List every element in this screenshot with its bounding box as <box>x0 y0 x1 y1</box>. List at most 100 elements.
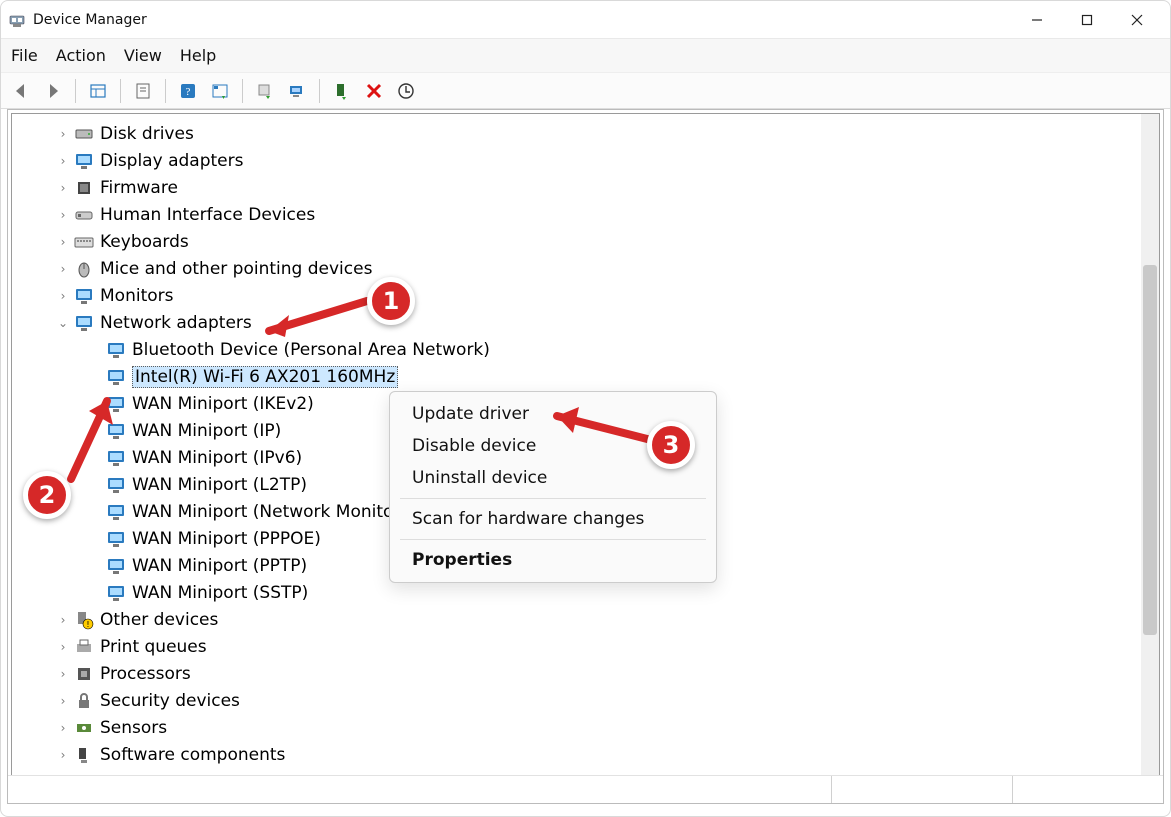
chevron-right-icon[interactable]: › <box>56 208 70 222</box>
action-panel-button[interactable] <box>206 77 234 105</box>
tree-device-label: WAN Miniport (PPPOE) <box>132 529 321 549</box>
close-button[interactable] <box>1112 1 1162 38</box>
help-button[interactable]: ? <box>174 77 202 105</box>
chevron-right-icon[interactable]: › <box>56 667 70 681</box>
mouse-icon <box>74 259 94 279</box>
chevron-right-icon[interactable]: › <box>56 181 70 195</box>
network-adapter-icon <box>106 421 126 441</box>
chevron-right-icon[interactable]: › <box>56 694 70 708</box>
tree-category-security[interactable]: › Security devices <box>16 687 1155 714</box>
tree-category-network[interactable]: ⌄ Network adapters <box>16 309 1155 336</box>
chevron-right-icon[interactable]: › <box>56 154 70 168</box>
chevron-right-icon[interactable]: › <box>56 613 70 627</box>
forward-button[interactable] <box>39 77 67 105</box>
tree-device-label: Intel(R) Wi-Fi 6 AX201 160MHz <box>132 366 398 388</box>
tree-category-cpu[interactable]: › Processors <box>16 660 1155 687</box>
tree-category-label: Security devices <box>100 691 240 711</box>
tree-category-mouse[interactable]: › Mice and other pointing devices <box>16 255 1155 282</box>
tree-device-label: WAN Miniport (L2TP) <box>132 475 307 495</box>
enable-device-button[interactable] <box>328 77 356 105</box>
ctx-properties[interactable]: Properties <box>390 544 716 576</box>
tree-category-hid[interactable]: › Human Interface Devices <box>16 201 1155 228</box>
tree-category-softcomp[interactable]: ›Software components <box>16 741 1155 768</box>
tree-category-firmware[interactable]: › Firmware <box>16 174 1155 201</box>
tree-device-item[interactable]: ·WAN Miniport (SSTP) <box>16 579 1155 606</box>
maximize-button[interactable] <box>1062 1 1112 38</box>
context-menu: Update driver Disable device Uninstall d… <box>389 391 717 583</box>
properties-button[interactable] <box>129 77 157 105</box>
network-adapter-icon <box>106 475 126 495</box>
svg-text:!: ! <box>86 620 89 629</box>
tree-device-label: WAN Miniport (SSTP) <box>132 583 308 603</box>
network-adapter-icon <box>106 556 126 576</box>
chevron-right-icon[interactable]: › <box>56 235 70 249</box>
chevron-right-icon[interactable]: › <box>56 640 70 654</box>
tree-category-keyboard[interactable]: › Keyboards <box>16 228 1155 255</box>
toolbar-separator <box>242 79 243 103</box>
menubar: File Action View Help <box>1 39 1170 73</box>
tree-device-label: WAN Miniport (PPTP) <box>132 556 307 576</box>
annotation-marker-3: 3 <box>647 421 695 469</box>
minimize-button[interactable] <box>1012 1 1062 38</box>
tree-category-label: Display adapters <box>100 151 243 171</box>
chevron-right-icon[interactable]: › <box>56 262 70 276</box>
menu-file[interactable]: File <box>11 46 38 65</box>
tree-category-label: Processors <box>100 664 191 684</box>
monitors-icon <box>74 286 94 306</box>
tree-device-label: WAN Miniport (Network Monitor) <box>132 502 407 522</box>
print-icon <box>74 637 94 657</box>
toolbar-separator <box>75 79 76 103</box>
tree-category-monitors[interactable]: ›Monitors <box>16 282 1155 309</box>
tree-device-label: WAN Miniport (IKEv2) <box>132 394 314 414</box>
network-adapter-icon <box>106 394 126 414</box>
back-button[interactable] <box>7 77 35 105</box>
tree-device-label: Bluetooth Device (Personal Area Network) <box>132 340 490 360</box>
tree-category-label: Keyboards <box>100 232 189 252</box>
vertical-scrollbar[interactable] <box>1141 114 1159 799</box>
tree-device-label: WAN Miniport (IP) <box>132 421 281 441</box>
show-hide-tree-button[interactable] <box>84 77 112 105</box>
network-adapter-icon <box>106 502 126 522</box>
tree-category-label: Human Interface Devices <box>100 205 315 225</box>
tree-device-item[interactable]: ·Intel(R) Wi-Fi 6 AX201 160MHz <box>16 363 1155 390</box>
ctx-separator <box>400 498 706 499</box>
display-icon <box>74 151 94 171</box>
update-driver-button[interactable] <box>251 77 279 105</box>
tree-category-label: Firmware <box>100 178 178 198</box>
tree-category-label: Print queues <box>100 637 207 657</box>
disk-icon <box>74 124 94 144</box>
chevron-right-icon[interactable]: › <box>56 127 70 141</box>
network-adapter-icon <box>106 367 126 387</box>
tree-category-label: Mice and other pointing devices <box>100 259 372 279</box>
tree-category-label: Network adapters <box>100 313 252 333</box>
ctx-separator <box>400 539 706 540</box>
annotation-marker-2: 2 <box>23 471 71 519</box>
tree-category-print[interactable]: › Print queues <box>16 633 1155 660</box>
tree-category-disk[interactable]: ›Disk drives <box>16 120 1155 147</box>
tree-category-other[interactable]: ›!Other devices <box>16 606 1155 633</box>
network-adapter-icon <box>106 529 126 549</box>
ctx-scan-hardware[interactable]: Scan for hardware changes <box>390 503 716 535</box>
uninstall-device-button[interactable] <box>360 77 388 105</box>
other-icon: ! <box>74 610 94 630</box>
keyboard-icon <box>74 232 94 252</box>
chevron-right-icon[interactable]: › <box>56 289 70 303</box>
svg-text:?: ? <box>186 86 191 98</box>
toolbar-separator <box>319 79 320 103</box>
chevron-right-icon[interactable]: › <box>56 721 70 735</box>
chevron-right-icon[interactable]: › <box>56 748 70 762</box>
menu-view[interactable]: View <box>124 46 162 65</box>
hid-icon <box>74 205 94 225</box>
tree-device-item[interactable]: ·Bluetooth Device (Personal Area Network… <box>16 336 1155 363</box>
disable-device-button[interactable] <box>392 77 420 105</box>
app-icon <box>9 12 25 28</box>
tree-category-display[interactable]: › Display adapters <box>16 147 1155 174</box>
toolbar-separator <box>165 79 166 103</box>
menu-help[interactable]: Help <box>180 46 216 65</box>
annotation-marker-1: 1 <box>367 277 415 325</box>
scrollbar-thumb[interactable] <box>1143 265 1157 635</box>
chevron-down-icon[interactable]: ⌄ <box>56 316 70 330</box>
tree-category-sensors[interactable]: ›Sensors <box>16 714 1155 741</box>
scan-hardware-button[interactable] <box>283 77 311 105</box>
menu-action[interactable]: Action <box>56 46 106 65</box>
